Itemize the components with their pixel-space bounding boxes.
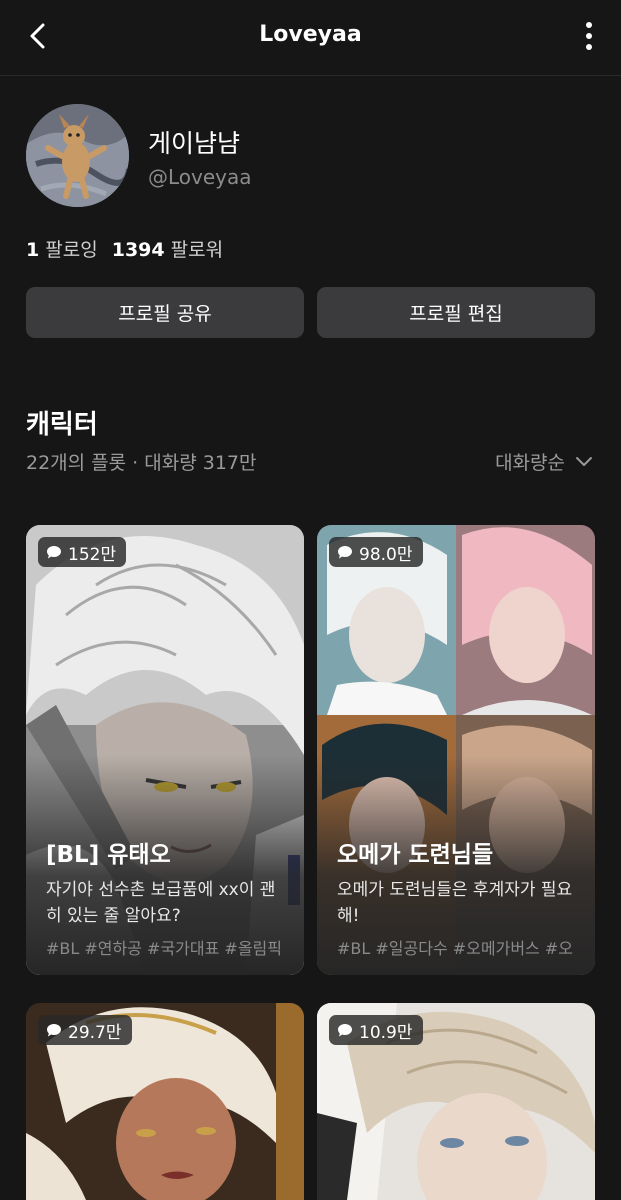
profile-handle: @Loveyaa [148,165,252,189]
character-card[interactable]: 98.0만 오메가 도련님들 오메가 도련님들은 후계자가 필요해! #BL #… [317,525,595,975]
chat-count-badge: 10.9만 [329,1015,423,1045]
chat-count: 10.9만 [359,1022,413,1043]
character-tags: #BL #연하공 #국가대표 #올림픽 [46,939,282,958]
character-description: 자기야 선수촌 보급품에 xx이 괜히 있는 줄 알아요? [46,880,276,926]
more-vertical-icon [586,22,592,50]
chat-count-badge: 98.0만 [329,537,423,567]
character-tags: #BL #일공다수 #오메가버스 #오 [337,939,573,958]
more-options-button[interactable] [577,20,601,52]
following-link[interactable]: 1 팔로잉 [26,239,98,261]
page-title: Loveyaa [259,22,362,47]
character-card[interactable]: 152만 [BL] 유태오 자기야 선수촌 보급품에 xx이 괜히 있는 줄 알… [26,525,304,975]
top-bar: Loveyaa [0,0,621,76]
character-card[interactable]: 10.9만 [317,1003,595,1200]
chat-bubble-icon [338,1023,352,1036]
follow-stats: 1 팔로잉 1394 팔로워 [26,235,223,262]
chat-count-badge: 152만 [38,537,127,567]
chat-count: 98.0만 [359,544,413,565]
section-meta: 22개의 플롯 · 대화량 317만 [26,452,257,474]
section-title: 캐릭터 [26,410,98,440]
followers-count: 1394 [111,239,165,261]
character-title: 오메가 도련님들 [337,842,494,868]
sort-label: 대화량순 [495,452,565,474]
character-title: [BL] 유태오 [46,842,171,868]
following-label: 팔로잉 [45,239,98,261]
followers-label: 팔로워 [170,239,224,261]
chat-bubble-icon [47,545,61,558]
share-profile-button[interactable]: 프로필 공유 [26,287,304,338]
sort-dropdown[interactable]: 대화량순 [495,448,593,475]
chat-bubble-icon [47,1023,61,1036]
chat-count-badge: 29.7만 [38,1015,132,1045]
followers-link[interactable]: 1394 팔로워 [112,239,223,261]
character-description: 오메가 도련님들은 후계자가 필요해! [337,880,573,926]
edit-profile-button[interactable]: 프로필 편집 [317,287,595,338]
profile-name: 게이냠냠 [148,129,241,158]
chat-bubble-icon [338,545,352,558]
chat-count: 152만 [68,544,117,565]
avatar [26,104,129,207]
chevron-down-icon [576,456,592,466]
character-card[interactable]: 29.7만 [26,1003,304,1200]
chat-count: 29.7만 [68,1022,122,1043]
following-count: 1 [26,239,40,261]
